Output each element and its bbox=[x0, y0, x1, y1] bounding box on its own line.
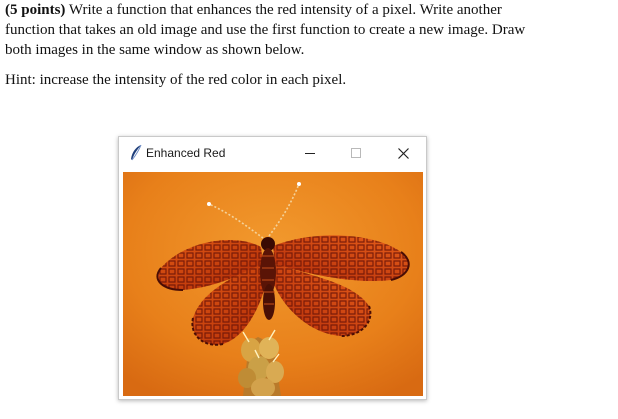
butterfly-image bbox=[123, 172, 423, 396]
question-paragraph: (5 points) Write a function that enhance… bbox=[5, 0, 605, 60]
maximize-button[interactable] bbox=[333, 137, 379, 169]
points-label: (5 points) bbox=[5, 2, 66, 18]
hint-text: Hint: increase the intensity of the red … bbox=[5, 72, 347, 88]
question-line-1: Write a function that enhances the red i… bbox=[68, 2, 502, 18]
window-title: Enhanced Red bbox=[146, 146, 226, 160]
feather-icon bbox=[129, 144, 143, 162]
enhanced-red-window: Enhanced Red bbox=[118, 136, 427, 400]
question-line-2: function that takes an old image and use… bbox=[5, 22, 526, 38]
question-line-3: both images in the same window as shown … bbox=[5, 42, 305, 58]
minimize-button[interactable] bbox=[287, 137, 333, 169]
image-canvas bbox=[123, 172, 423, 396]
window-titlebar[interactable]: Enhanced Red bbox=[119, 137, 426, 169]
close-icon bbox=[398, 148, 409, 159]
close-button[interactable] bbox=[380, 137, 426, 169]
question-text-block: (5 points) Write a function that enhance… bbox=[5, 0, 605, 90]
